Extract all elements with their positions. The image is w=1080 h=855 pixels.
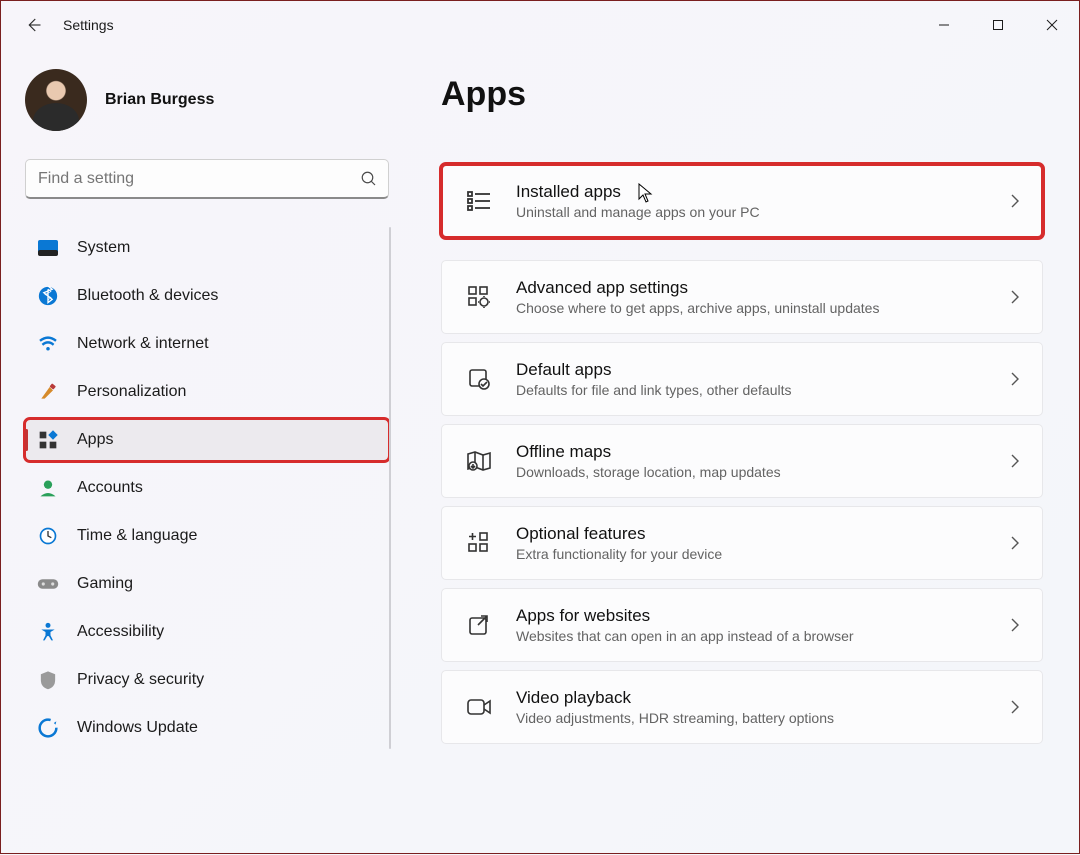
card-offline-maps[interactable]: Offline maps Downloads, storage location…	[441, 424, 1043, 498]
sidebar-item-gaming[interactable]: Gaming	[25, 563, 389, 605]
accessibility-icon	[37, 621, 59, 643]
window-controls	[917, 1, 1079, 49]
back-button[interactable]	[13, 16, 53, 34]
sidebar-item-system[interactable]: System	[25, 227, 389, 269]
card-video-playback[interactable]: Video playback Video adjustments, HDR st…	[441, 670, 1043, 744]
clock-icon	[37, 525, 59, 547]
card-optional-features[interactable]: Optional features Extra functionality fo…	[441, 506, 1043, 580]
brush-icon	[37, 381, 59, 403]
sidebar-item-network[interactable]: Network & internet	[25, 323, 389, 365]
sidebar: Brian Burgess System Bluetooth & devices…	[1, 49, 411, 855]
sidebar-item-label: Apps	[77, 431, 113, 449]
card-apps-for-websites[interactable]: Apps for websites Websites that can open…	[441, 588, 1043, 662]
card-title: Video playback	[516, 687, 1010, 709]
nav-list: System Bluetooth & devices Network & int…	[25, 227, 411, 749]
chevron-right-icon	[1010, 617, 1020, 633]
sidebar-item-label: Gaming	[77, 575, 133, 593]
title-bar: Settings	[1, 1, 1079, 49]
card-title: Offline maps	[516, 441, 1010, 463]
sidebar-item-personalization[interactable]: Personalization	[25, 371, 389, 413]
sidebar-item-accounts[interactable]: Accounts	[25, 467, 389, 509]
card-desc: Defaults for file and link types, other …	[516, 381, 1010, 399]
sidebar-item-time-language[interactable]: Time & language	[25, 515, 389, 557]
check-box-icon	[464, 364, 494, 394]
sidebar-item-label: Network & internet	[77, 335, 209, 353]
maximize-button[interactable]	[971, 1, 1025, 49]
grid-gear-icon	[464, 282, 494, 312]
sidebar-item-label: Privacy & security	[77, 671, 204, 689]
sidebar-item-accessibility[interactable]: Accessibility	[25, 611, 389, 653]
person-icon	[37, 477, 59, 499]
card-default-apps[interactable]: Default apps Defaults for file and link …	[441, 342, 1043, 416]
list-icon	[464, 186, 494, 216]
card-desc: Choose where to get apps, archive apps, …	[516, 299, 1010, 317]
chevron-right-icon	[1010, 535, 1020, 551]
sidebar-item-windows-update[interactable]: Windows Update	[25, 707, 389, 749]
close-button[interactable]	[1025, 1, 1079, 49]
map-icon	[464, 446, 494, 476]
apps-icon	[37, 429, 59, 451]
shield-icon	[37, 669, 59, 691]
card-installed-apps[interactable]: Installed apps Uninstall and manage apps…	[441, 164, 1043, 238]
chevron-right-icon	[1010, 193, 1020, 209]
update-icon	[37, 717, 59, 739]
card-title: Advanced app settings	[516, 277, 1010, 299]
chevron-right-icon	[1010, 371, 1020, 387]
video-icon	[464, 692, 494, 722]
main-content: Apps Installed apps Uninstall and manage…	[411, 49, 1079, 855]
card-advanced-app-settings[interactable]: Advanced app settings Choose where to ge…	[441, 260, 1043, 334]
user-name: Brian Burgess	[105, 91, 214, 109]
chevron-right-icon	[1010, 453, 1020, 469]
sidebar-item-label: Accounts	[77, 479, 143, 497]
link-out-icon	[464, 610, 494, 640]
card-desc: Extra functionality for your device	[516, 545, 1010, 563]
user-profile[interactable]: Brian Burgess	[25, 69, 411, 131]
sidebar-item-label: Personalization	[77, 383, 186, 401]
sidebar-item-label: Accessibility	[77, 623, 164, 641]
minimize-button[interactable]	[917, 1, 971, 49]
avatar	[25, 69, 87, 131]
card-title: Apps for websites	[516, 605, 1010, 627]
card-desc: Video adjustments, HDR streaming, batter…	[516, 709, 1010, 727]
sidebar-item-apps[interactable]: Apps	[25, 419, 389, 461]
card-desc: Websites that can open in an app instead…	[516, 627, 1010, 645]
search-box[interactable]	[25, 159, 389, 199]
wifi-icon	[37, 333, 59, 355]
sidebar-item-bluetooth[interactable]: Bluetooth & devices	[25, 275, 389, 317]
card-title: Optional features	[516, 523, 1010, 545]
gamepad-icon	[37, 573, 59, 595]
bluetooth-icon	[37, 285, 59, 307]
system-icon	[37, 237, 59, 259]
page-title: Apps	[441, 75, 1043, 114]
sidebar-item-label: Bluetooth & devices	[77, 287, 218, 305]
sidebar-item-label: Windows Update	[77, 719, 198, 737]
search-input[interactable]	[38, 170, 360, 188]
sidebar-item-privacy[interactable]: Privacy & security	[25, 659, 389, 701]
cursor-icon	[637, 183, 653, 203]
chevron-right-icon	[1010, 699, 1020, 715]
card-desc: Uninstall and manage apps on your PC	[516, 203, 1010, 221]
chevron-right-icon	[1010, 289, 1020, 305]
card-title: Installed apps	[516, 181, 1010, 203]
plus-grid-icon	[464, 528, 494, 558]
card-title: Default apps	[516, 359, 1010, 381]
sidebar-item-label: System	[77, 239, 130, 257]
card-desc: Downloads, storage location, map updates	[516, 463, 1010, 481]
search-icon	[360, 170, 378, 188]
window-title: Settings	[63, 17, 114, 33]
sidebar-item-label: Time & language	[77, 527, 197, 545]
